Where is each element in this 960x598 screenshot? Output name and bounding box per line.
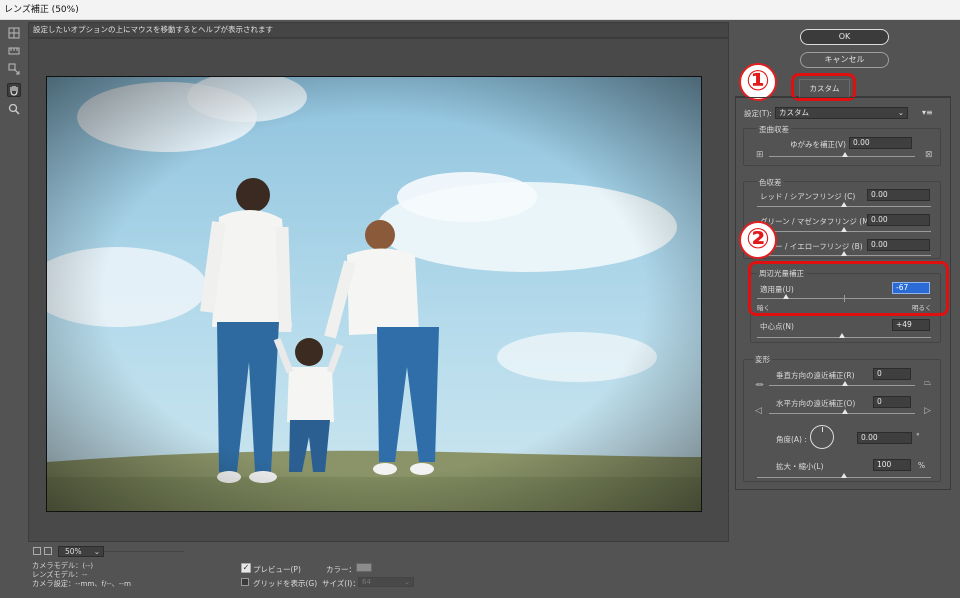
- vignette-midpoint-thumb[interactable]: [839, 333, 846, 338]
- menu-icon[interactable]: ▾≡: [922, 108, 933, 117]
- move-grid-icon[interactable]: [7, 62, 21, 76]
- pincushion-icon: ⊞: [756, 150, 764, 160]
- angle-unit: °: [916, 432, 920, 441]
- remove-distortion-input[interactable]: 0.00: [849, 137, 912, 149]
- grid-size-select[interactable]: 64 ⌄: [358, 577, 414, 587]
- preview-checkbox[interactable]: ✓: [241, 563, 251, 573]
- settings-label: 設定(T):: [744, 109, 772, 118]
- highlight-box-vignette: [748, 261, 949, 316]
- angle-label: 角度(A) :: [776, 435, 807, 444]
- settings-select[interactable]: カスタム ⌄: [775, 107, 908, 119]
- geometric-distortion-title: 歪曲収差: [757, 124, 791, 135]
- green-magenta-input[interactable]: 0.00: [867, 214, 930, 226]
- cancel-button[interactable]: キャンセル: [800, 52, 889, 68]
- chevron-down-icon: ⌄: [93, 547, 100, 556]
- help-hint-bar: 設定したいオプションの上にマウスを移動するとヘルプが表示されます: [28, 22, 729, 38]
- scale-unit: %: [918, 461, 926, 470]
- preview-label: プレビュー(P): [253, 565, 301, 574]
- vignette-midpoint-input[interactable]: +49: [892, 319, 930, 331]
- vertical-perspective-left-icon: ⏛: [755, 381, 765, 391]
- grid-size-label: サイズ(I)：: [322, 579, 360, 588]
- annotation-number-1: ①: [739, 63, 777, 101]
- scale-label: 拡大・縮小(L): [776, 462, 824, 471]
- horizontal-perspective-input[interactable]: 0: [873, 396, 911, 408]
- horizontal-perspective-right-icon: ▷: [924, 406, 931, 416]
- lens-model-text: レンズモデル：--: [32, 570, 88, 579]
- chromatic-aberration-title: 色収差: [757, 177, 784, 188]
- vertical-perspective-right-icon: ⏢: [924, 378, 932, 388]
- window-title: レンズ補正 (50%): [0, 0, 960, 20]
- red-cyan-thumb[interactable]: [841, 202, 847, 207]
- ok-button[interactable]: OK: [800, 29, 889, 45]
- horizontal-perspective-thumb[interactable]: [842, 409, 848, 414]
- zoom-level-value: 50%: [65, 547, 82, 556]
- preview-image: [46, 76, 702, 512]
- settings-value: カスタム: [779, 108, 809, 117]
- camera-settings-text: カメラ設定：--mm、f/--、--m: [32, 579, 132, 588]
- chevron-down-icon: ⌄: [404, 578, 410, 586]
- remove-distortion-icon[interactable]: [7, 26, 21, 40]
- remove-distortion-label: ゆがみを補正(V): [790, 140, 846, 149]
- remove-distortion-thumb[interactable]: [842, 152, 848, 157]
- angle-dial[interactable]: [810, 425, 834, 449]
- grid-size-value: 64: [362, 578, 371, 586]
- green-magenta-label: グリーン / マゼンタフリンジ (M): [760, 217, 872, 226]
- transform-title: 変形: [753, 354, 772, 365]
- zoom-out-button[interactable]: [33, 547, 41, 555]
- zoom-icon[interactable]: [7, 102, 21, 116]
- vertical-perspective-label: 垂直方向の遠近補正(R): [776, 371, 855, 380]
- barrel-icon: ⊠: [925, 150, 933, 160]
- show-grid-label: グリッドを表示(G): [253, 579, 318, 588]
- vertical-perspective-input[interactable]: 0: [873, 368, 911, 380]
- vertical-perspective-thumb[interactable]: [842, 381, 848, 386]
- scale-input[interactable]: 100: [873, 459, 911, 471]
- horizontal-perspective-left-icon: ◁: [755, 406, 762, 416]
- blue-yellow-thumb[interactable]: [841, 251, 847, 256]
- hand-icon[interactable]: [7, 83, 21, 97]
- zoom-level-select[interactable]: 50% ⌄: [58, 546, 104, 557]
- red-cyan-label: レッド / シアンフリンジ (C): [760, 192, 856, 201]
- camera-model-text: カメラモデル：(--): [32, 561, 94, 570]
- horizontal-perspective-label: 水平方向の遠近補正(O): [776, 399, 856, 408]
- vignette-midpoint-label: 中心点(N): [760, 322, 794, 331]
- red-cyan-input[interactable]: 0.00: [867, 189, 930, 201]
- zoom-in-button[interactable]: [44, 547, 52, 555]
- grid-color-swatch[interactable]: [356, 563, 372, 572]
- grid-color-label: カラー：: [326, 565, 356, 574]
- straighten-icon[interactable]: [7, 44, 21, 58]
- blue-yellow-input[interactable]: 0.00: [867, 239, 930, 251]
- angle-input[interactable]: 0.00: [857, 432, 912, 444]
- scale-thumb[interactable]: [841, 473, 847, 478]
- green-magenta-thumb[interactable]: [841, 227, 847, 232]
- chevron-down-icon: ⌄: [897, 108, 904, 117]
- show-grid-checkbox[interactable]: [241, 578, 249, 586]
- annotation-number-2: ②: [739, 221, 777, 259]
